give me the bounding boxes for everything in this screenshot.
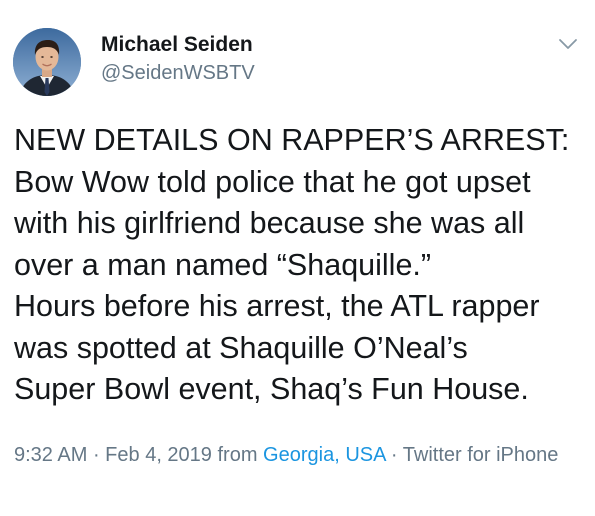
- tweet-text-line: NEW DETAILS ON RAPPER’S ARREST:: [14, 123, 570, 157]
- tweet-card: Michael Seiden @SeidenWSBTV NEW DETAILS …: [0, 0, 595, 516]
- tweet-text-line: was spotted at Shaquille O’Neal’s: [14, 330, 468, 365]
- tweet-text-line: Bow Wow told police that he got upset: [14, 164, 531, 199]
- tweet-time[interactable]: 9:32 AM: [14, 444, 87, 466]
- meta-separator: ·: [87, 444, 106, 466]
- tweet-text-line: Super Bowl event, Shaq’s Fun House.: [14, 372, 529, 406]
- avatar[interactable]: [13, 28, 81, 96]
- tweet-source[interactable]: Twitter for iPhone: [403, 444, 559, 466]
- location-link[interactable]: Georgia, USA: [263, 444, 385, 466]
- tweet-text: NEW DETAILS ON RAPPER’S ARREST: Bow Wow …: [14, 120, 584, 411]
- tweet-date[interactable]: Feb 4, 2019: [105, 444, 212, 466]
- tweet-text-line: with his girlfriend because she was all: [14, 206, 525, 240]
- tweet-text-line: over a man named “Shaquille.”: [14, 247, 432, 282]
- author-name[interactable]: Michael Seiden: [101, 33, 253, 57]
- author-handle[interactable]: @SeidenWSBTV: [101, 62, 255, 85]
- tweet-menu-button[interactable]: [557, 36, 579, 52]
- profile-photo-icon: [13, 28, 81, 96]
- from-label: from: [211, 444, 264, 466]
- tweet-text-line: Hours before his arrest, the ATL rapper: [14, 289, 540, 323]
- tweet-meta: 9:32 AM · Feb 4, 2019 from Georgia, USA …: [14, 441, 584, 470]
- meta-separator: ·: [385, 444, 403, 466]
- chevron-down-icon: [559, 39, 577, 49]
